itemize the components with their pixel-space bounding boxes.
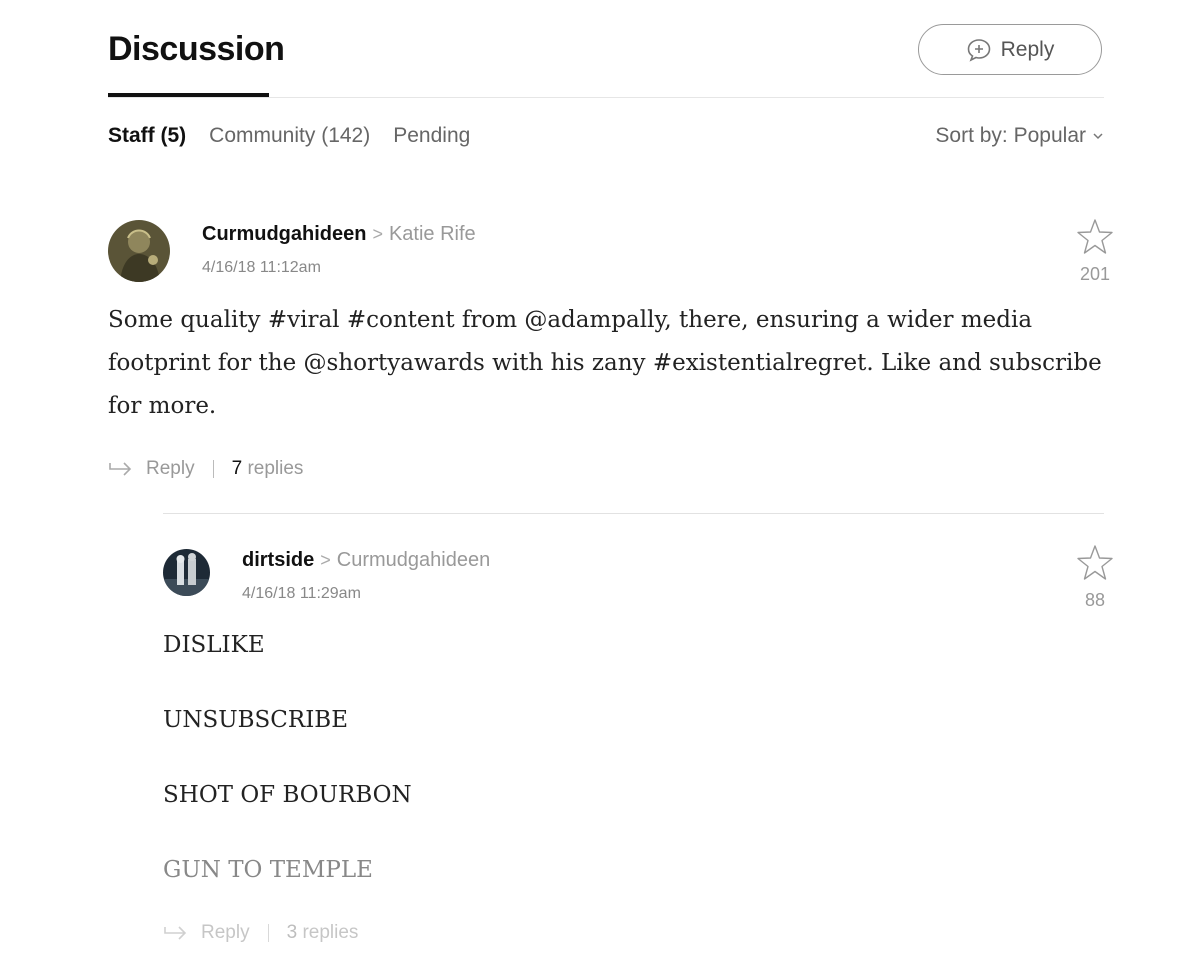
reply-arrow-icon[interactable] — [108, 459, 134, 479]
comment-line: DISLIKE — [163, 632, 265, 658]
comment-timestamp[interactable]: 4/16/18 11:29am — [242, 585, 361, 603]
comment-meta: Curmudgahideen > Katie Rife — [202, 223, 476, 246]
avatar[interactable] — [108, 220, 170, 282]
sort-label: Sort by: Popular — [935, 124, 1086, 147]
star-icon[interactable] — [1075, 543, 1115, 583]
comment-actions: Reply 7 replies — [108, 458, 303, 480]
comment-author[interactable]: dirtside — [242, 549, 314, 572]
replies-label: replies — [247, 458, 304, 479]
comment-line: GUN TO TEMPLE — [163, 857, 373, 883]
comment-line: UNSUBSCRIBE — [163, 707, 348, 733]
action-separator — [267, 924, 269, 942]
page-title: Discussion — [108, 30, 285, 68]
comment-tabs: Staff (5) Community (142) Pending — [108, 124, 470, 156]
header-divider — [108, 97, 1104, 98]
star-count: 201 — [1079, 264, 1111, 284]
comment-meta: dirtside > Curmudgahideen — [242, 549, 490, 572]
comment-author[interactable]: Curmudgahideen — [202, 223, 366, 246]
replies-link[interactable]: 3 replies — [287, 922, 359, 944]
tab-staff[interactable]: Staff (5) — [108, 124, 186, 156]
comment-timestamp[interactable]: 4/16/18 11:12am — [202, 259, 321, 277]
avatar[interactable] — [163, 549, 210, 596]
reply-button[interactable]: Reply — [918, 24, 1102, 75]
reply-button-label: Reply — [1000, 37, 1055, 61]
replies-link[interactable]: 7 replies — [232, 458, 304, 480]
comment-body: Some quality #viral #content from @adamp… — [108, 307, 1102, 419]
reply-link[interactable]: Reply — [146, 458, 195, 480]
tab-pending[interactable]: Pending — [393, 124, 470, 156]
reply-arrow-icon[interactable] — [163, 923, 189, 943]
tab-community[interactable]: Community (142) — [209, 124, 370, 156]
reply-to-name[interactable]: Curmudgahideen — [337, 549, 490, 572]
chevron-down-icon — [1093, 133, 1103, 140]
replies-count: 7 — [231, 458, 243, 479]
comment-actions: Reply 3 replies — [163, 922, 358, 944]
sort-dropdown[interactable]: Sort by: Popular — [935, 124, 1104, 148]
replies-label: replies — [302, 922, 359, 943]
action-separator — [212, 460, 214, 478]
comment-line: SHOT OF BOURBON — [163, 782, 412, 808]
reply-to-arrow-icon: > — [320, 550, 331, 570]
reply-divider — [163, 513, 1104, 514]
reply-link[interactable]: Reply — [201, 922, 250, 944]
star-count: 88 — [1084, 590, 1106, 610]
replies-count: 3 — [286, 922, 298, 943]
reply-to-arrow-icon: > — [372, 224, 383, 244]
add-comment-icon — [967, 38, 990, 62]
discussion-header: Discussion Reply — [108, 0, 1104, 100]
star-icon[interactable] — [1075, 217, 1115, 257]
reply-to-name[interactable]: Katie Rife — [389, 223, 476, 246]
